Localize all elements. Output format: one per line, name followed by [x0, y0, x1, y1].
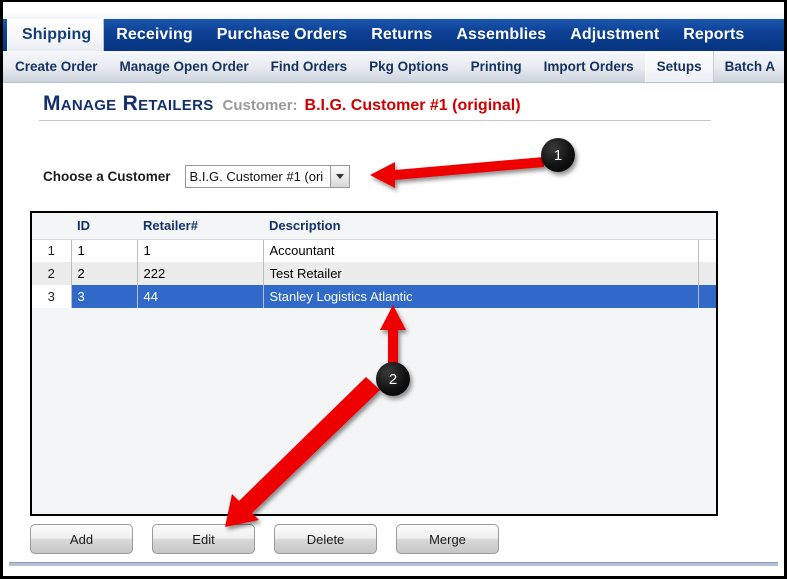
cell-tail: [698, 239, 716, 262]
cell-description: Test Retailer: [263, 262, 699, 285]
row-number: 2: [32, 262, 72, 285]
page-header: Manage Retailers Customer: B.I.G. Custom…: [39, 92, 743, 121]
row-number: 3: [32, 285, 72, 308]
cell-description: Stanley Logistics Atlantic: [263, 285, 699, 308]
col-header-description[interactable]: Description: [263, 213, 698, 240]
cell-tail: [698, 262, 716, 285]
subtab-find-orders[interactable]: Find Orders: [260, 51, 359, 82]
tab-reports-label: Reports: [683, 26, 745, 43]
delete-button-label: Delete: [306, 531, 345, 547]
table-row-selected[interactable]: 3 3 44 Stanley Logistics Atlantic: [32, 285, 716, 308]
annotation-badge-1-label: 1: [553, 146, 563, 164]
tab-purchase-orders[interactable]: Purchase Orders: [205, 19, 359, 51]
tab-returns-label: Returns: [371, 26, 433, 43]
annotation-arrow-1: [370, 157, 544, 188]
table-row[interactable]: 1 1 1 Accountant: [32, 239, 716, 262]
edit-button-label: Edit: [192, 531, 215, 547]
annotation-badge-2: 2: [376, 362, 410, 396]
subtab-find-orders-label: Find Orders: [270, 59, 348, 74]
subtab-batch-a-label: Batch A: [724, 59, 776, 74]
tab-receiving[interactable]: Receiving: [104, 19, 205, 51]
subtab-pkg-options-label: Pkg Options: [369, 59, 449, 74]
action-button-row: Add Edit Delete Merge: [30, 524, 499, 554]
application-window: Shipping Receiving Purchase Orders Retur…: [0, 0, 787, 579]
subtab-manage-open-order[interactable]: Manage Open Order: [109, 51, 260, 82]
customer-chooser: Choose a Customer B.I.G. Customer #1 (or…: [43, 165, 350, 188]
retailers-grid[interactable]: ID Retailer# Description 1 1 1 Accountan…: [30, 211, 718, 516]
chevron-down-icon[interactable]: [329, 166, 349, 187]
customer-select-value: B.I.G. Customer #1 (ori: [189, 169, 324, 184]
tab-assemblies[interactable]: Assemblies: [444, 19, 558, 51]
cell-id: 3: [71, 285, 138, 308]
tab-purchase-orders-label: Purchase Orders: [216, 26, 348, 43]
title-divider: [39, 120, 711, 121]
row-number: 1: [32, 239, 72, 262]
cell-retailer: 222: [137, 262, 264, 285]
tab-shipping[interactable]: Shipping: [7, 19, 105, 51]
cell-retailer: 44: [137, 285, 264, 308]
table-row[interactable]: 2 2 222 Test Retailer: [32, 262, 716, 285]
merge-button[interactable]: Merge: [396, 524, 499, 554]
subtab-import-orders-label: Import Orders: [543, 59, 634, 74]
page-title: Manage Retailers: [43, 92, 214, 115]
edit-button[interactable]: Edit: [152, 524, 255, 554]
subtab-manage-open-order-label: Manage Open Order: [119, 59, 249, 74]
footer-divider: [9, 562, 778, 566]
cell-description: Accountant: [263, 239, 699, 262]
window-top-strip: [3, 2, 784, 19]
customer-label: Customer:: [222, 97, 298, 114]
subtab-printing-label: Printing: [470, 59, 522, 74]
tab-reports[interactable]: Reports: [671, 19, 756, 51]
add-button[interactable]: Add: [30, 524, 133, 554]
col-header-retailer[interactable]: Retailer#: [137, 213, 263, 240]
customer-select[interactable]: B.I.G. Customer #1 (ori: [184, 165, 350, 188]
subtab-setups-label: Setups: [656, 59, 702, 74]
grid-header-row: ID Retailer# Description: [32, 213, 716, 240]
subtab-printing[interactable]: Printing: [460, 51, 533, 82]
tab-returns[interactable]: Returns: [359, 19, 444, 51]
secondary-tab-bar: Create Order Manage Open Order Find Orde…: [3, 51, 784, 83]
cell-retailer: 1: [137, 239, 264, 262]
choose-customer-label: Choose a Customer: [43, 169, 171, 184]
subtab-batch-a[interactable]: Batch A: [714, 51, 784, 82]
delete-button[interactable]: Delete: [274, 524, 377, 554]
subtab-create-order-label: Create Order: [15, 59, 98, 74]
annotation-badge-1: 1: [541, 138, 575, 172]
subtab-create-order[interactable]: Create Order: [3, 51, 109, 82]
tab-adjustment[interactable]: Adjustment: [558, 19, 671, 51]
col-header-id[interactable]: ID: [71, 213, 137, 240]
merge-button-label: Merge: [429, 531, 466, 547]
subtab-setups[interactable]: Setups: [644, 51, 714, 82]
add-button-label: Add: [69, 531, 94, 547]
subtab-import-orders[interactable]: Import Orders: [533, 51, 645, 82]
tab-receiving-label: Receiving: [116, 26, 193, 43]
subtab-pkg-options[interactable]: Pkg Options: [358, 51, 460, 82]
customer-name: B.I.G. Customer #1 (original): [304, 97, 521, 114]
tab-shipping-label: Shipping: [22, 26, 92, 43]
primary-tab-bar: Shipping Receiving Purchase Orders Retur…: [3, 19, 784, 51]
cell-id: 2: [71, 262, 138, 285]
tab-adjustment-label: Adjustment: [570, 26, 660, 43]
annotation-badge-2-label: 2: [388, 370, 398, 388]
cell-tail: [698, 285, 716, 308]
tab-assemblies-label: Assemblies: [456, 26, 547, 43]
col-header-rownum[interactable]: [32, 213, 71, 240]
cell-id: 1: [71, 239, 138, 262]
col-header-tail: [698, 213, 716, 240]
